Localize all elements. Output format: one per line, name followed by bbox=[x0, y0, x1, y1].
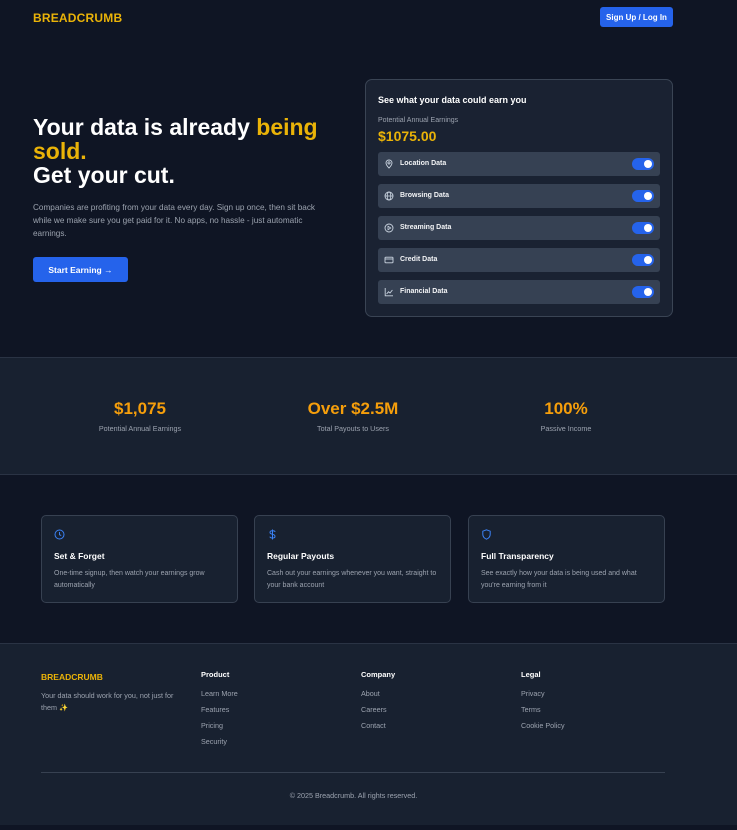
feature-description: One-time signup, then watch your earning… bbox=[54, 570, 205, 589]
feature-card-transparency: Full Transparency See exactly how your d… bbox=[468, 515, 665, 603]
calculator-title: See what your data could earn you bbox=[378, 95, 527, 105]
footer-divider bbox=[41, 772, 665, 773]
stat-value: Over $2.5M bbox=[307, 399, 399, 418]
footer-column-legal: Legal Privacy Terms Cookie Policy bbox=[521, 670, 565, 737]
hero-headline: Your data is already being sold. Get you… bbox=[33, 115, 333, 187]
headline-part1: Your data is already bbox=[33, 114, 257, 140]
feature-title: Regular Payouts bbox=[267, 551, 335, 561]
dollar-icon bbox=[269, 529, 276, 540]
chart-line-icon bbox=[384, 288, 393, 297]
footer-tagline: Your data should work for you, not just … bbox=[41, 691, 174, 712]
footer-link-security[interactable]: Security bbox=[201, 737, 238, 753]
footer-column-heading: Company bbox=[361, 670, 396, 679]
feature-description: See exactly how your data is being used … bbox=[481, 570, 637, 589]
shield-icon bbox=[482, 529, 491, 540]
stat-earnings: $1,075 Potential Annual Earnings bbox=[40, 399, 240, 433]
footer-link-terms[interactable]: Terms bbox=[521, 705, 565, 721]
top-nav: BREADCRUMB Sign Up / Log In bbox=[0, 0, 737, 34]
footer-link-about[interactable]: About bbox=[361, 689, 395, 705]
stat-payouts: Over $2.5M Total Payouts to Users bbox=[253, 399, 453, 433]
stat-value: $1,075 bbox=[114, 399, 166, 418]
feature-title: Full Transparency bbox=[481, 551, 554, 561]
location-pin-icon bbox=[385, 159, 393, 169]
toggle-label: Browsing Data bbox=[400, 192, 450, 199]
stats-section: $1,075 Potential Annual Earnings Over $2… bbox=[0, 357, 737, 475]
logo[interactable]: BREADCRUMB bbox=[33, 11, 122, 25]
toggle-label: Streaming Data bbox=[400, 224, 452, 231]
toggle-switch[interactable] bbox=[632, 222, 654, 234]
footer-column-heading: Legal bbox=[521, 670, 541, 679]
play-circle-icon bbox=[384, 223, 394, 233]
feature-card-payouts: Regular Payouts Cash out your earnings w… bbox=[254, 515, 451, 603]
toggle-label: Credit Data bbox=[400, 256, 438, 263]
toggle-label: Location Data bbox=[400, 160, 447, 167]
stat-caption: Total Payouts to Users bbox=[317, 424, 389, 433]
stat-caption: Passive Income bbox=[540, 424, 592, 433]
hero-section: Your data is already being sold. Get you… bbox=[33, 115, 333, 240]
calculator-subtitle: Potential Annual Earnings bbox=[378, 117, 459, 124]
footer-link-careers[interactable]: Careers bbox=[361, 705, 395, 721]
start-earning-button[interactable]: Start Earning → bbox=[33, 257, 128, 282]
footer: BREADCRUMB Your data should work for you… bbox=[0, 643, 737, 825]
earnings-calculator: See what your data could earn you Potent… bbox=[365, 79, 673, 317]
data-toggle-streaming[interactable]: Streaming Data bbox=[378, 216, 660, 240]
stat-caption: Potential Annual Earnings bbox=[98, 424, 182, 433]
copyright-text: © 2025 Breadcrumb. All rights reserved. bbox=[289, 791, 418, 800]
footer-column-company: Company About Careers Contact bbox=[361, 670, 395, 737]
stat-passive: 100% Passive Income bbox=[466, 399, 666, 433]
footer-link-privacy[interactable]: Privacy bbox=[521, 689, 565, 705]
footer-link-contact[interactable]: Contact bbox=[361, 721, 395, 737]
data-toggle-credit[interactable]: Credit Data bbox=[378, 248, 660, 272]
clock-icon bbox=[54, 529, 65, 540]
globe-icon bbox=[384, 191, 394, 201]
data-toggle-financial[interactable]: Financial Data bbox=[378, 280, 660, 304]
footer-link-cookie-policy[interactable]: Cookie Policy bbox=[521, 721, 565, 737]
data-toggle-location[interactable]: Location Data bbox=[378, 152, 660, 176]
footer-link-learn-more[interactable]: Learn More bbox=[201, 689, 238, 705]
toggle-switch[interactable] bbox=[632, 254, 654, 266]
footer-logo[interactable]: BREADCRUMB bbox=[41, 672, 103, 682]
credit-card-icon bbox=[384, 256, 394, 264]
hero-description: Companies are profiting from your data e… bbox=[33, 203, 316, 238]
data-toggle-browsing[interactable]: Browsing Data bbox=[378, 184, 660, 208]
footer-column-heading: Product bbox=[201, 670, 230, 679]
toggle-switch[interactable] bbox=[632, 286, 654, 298]
calculator-amount: $1075.00 bbox=[378, 128, 437, 144]
toggle-switch[interactable] bbox=[632, 190, 654, 202]
feature-description: Cash out your earnings whenever you want… bbox=[267, 570, 437, 589]
stat-value: 100% bbox=[544, 399, 588, 418]
headline-line2: Get your cut. bbox=[33, 162, 175, 188]
toggle-switch[interactable] bbox=[632, 158, 654, 170]
footer-link-pricing[interactable]: Pricing bbox=[201, 721, 238, 737]
footer-column-product: Product Learn More Features Pricing Secu… bbox=[201, 670, 238, 753]
feature-card-set-forget: Set & Forget One-time signup, then watch… bbox=[41, 515, 238, 603]
toggle-label: Financial Data bbox=[400, 288, 448, 295]
footer-link-features[interactable]: Features bbox=[201, 705, 238, 721]
signup-login-button[interactable]: Sign Up / Log In bbox=[600, 7, 673, 27]
feature-title: Set & Forget bbox=[54, 551, 105, 561]
